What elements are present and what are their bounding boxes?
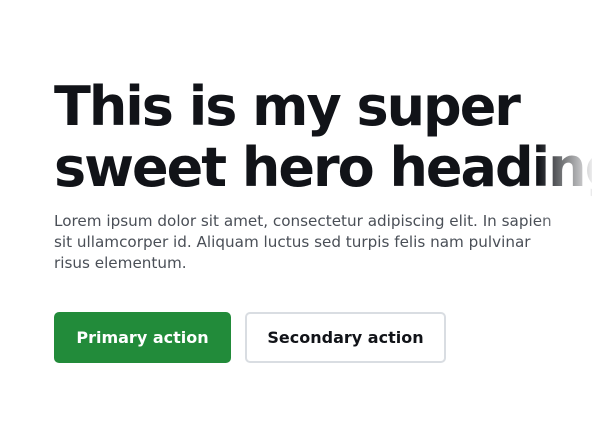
- hero-description: Lorem ipsum dolor sit amet, consectetur …: [54, 212, 552, 272]
- secondary-action-button[interactable]: Secondary action: [245, 312, 446, 363]
- hero-actions: Primary action Secondary action: [54, 312, 446, 363]
- hero-heading-line-2: sweet hero heading: [54, 136, 592, 199]
- primary-action-button[interactable]: Primary action: [54, 312, 231, 363]
- page: This is my super sweet hero heading Lore…: [0, 0, 592, 444]
- hero-heading-line-1: This is my super: [54, 75, 521, 138]
- hero-section: This is my super sweet hero heading Lore…: [54, 76, 592, 274]
- hero-heading: This is my super sweet hero heading: [54, 76, 592, 198]
